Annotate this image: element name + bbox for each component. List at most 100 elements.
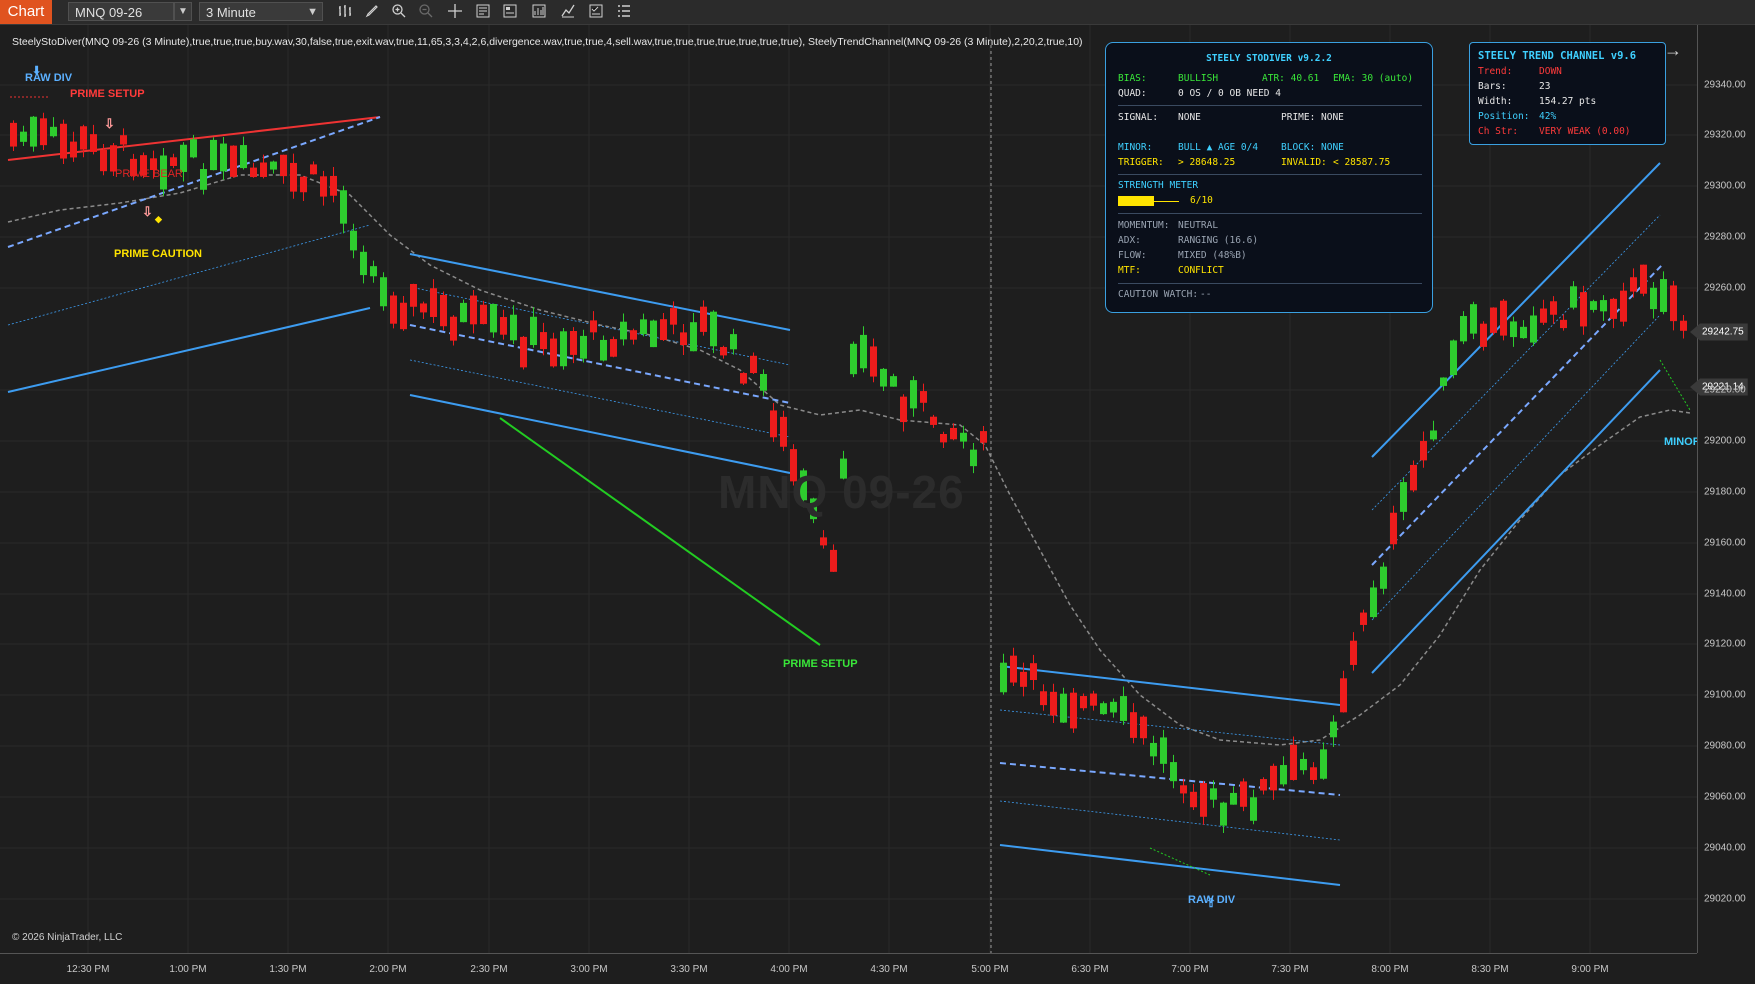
data-box-icon[interactable] — [474, 3, 492, 21]
candle-body — [290, 162, 297, 192]
width-value: 154.27 pts — [1539, 96, 1597, 107]
caution-watch-value: -- — [1200, 289, 1212, 300]
candle-body — [900, 396, 907, 423]
channel-lower-2 — [409, 394, 791, 474]
price-tick-label: 29180.00 — [1704, 486, 1746, 498]
candle-body — [240, 145, 247, 169]
sell-arrow-icon: ⇩ — [104, 116, 115, 131]
candle-body — [1340, 678, 1347, 713]
candle-body — [710, 311, 717, 347]
candle-body — [350, 230, 357, 251]
candle-body — [1260, 779, 1267, 791]
arrow-right-icon[interactable]: → — [1664, 40, 1682, 61]
raw-div-line-bottom — [1149, 847, 1211, 876]
trend-channel-title: STEELY TREND CHANNEL v9.6 — [1478, 50, 1637, 62]
copyright: © 2026 NinjaTrader, LLC — [12, 932, 123, 943]
strength-value: 6/10 — [1190, 195, 1213, 206]
adx-value: RANGING (16.6) — [1178, 235, 1259, 246]
candle-body — [1200, 783, 1207, 817]
channel-dot-1 — [7, 224, 371, 326]
candle-body — [450, 316, 457, 341]
strategies-icon[interactable] — [530, 3, 548, 21]
candle-body — [570, 331, 577, 355]
minor-right-label: MINOR — [1664, 436, 1701, 448]
candle-body — [90, 134, 97, 152]
candle-body — [1440, 377, 1447, 386]
price-tick-label: 29320.00 — [1704, 129, 1746, 141]
crosshair-icon[interactable] — [446, 3, 464, 21]
interval-selector[interactable]: 3 Minute ▼ — [199, 2, 323, 21]
candle-body — [1610, 298, 1617, 319]
interval-label: 3 Minute — [206, 5, 256, 20]
mtf-value: CONFLICT — [1178, 265, 1224, 276]
bars-type-icon[interactable] — [336, 3, 354, 21]
candle-body — [1540, 308, 1547, 323]
prime-setup-top-label: PRIME SETUP — [70, 88, 145, 100]
indicators-icon[interactable] — [559, 3, 577, 21]
candle-body — [1630, 277, 1637, 292]
minor-value: BULL ▲ AGE 0/4 — [1178, 142, 1259, 153]
time-axis[interactable]: 12:30 PM 1:00 PM 1:30 PM 2:00 PM 2:30 PM 3:00… — [0, 953, 1697, 984]
candle-body — [830, 549, 837, 572]
instrument-selector[interactable]: MNQ 09-26 — [68, 2, 174, 21]
candle-body — [1510, 321, 1517, 338]
divider — [1118, 105, 1422, 106]
candle-body — [910, 380, 917, 409]
candle-body — [380, 277, 387, 307]
prime-setup-line — [499, 417, 821, 646]
candle-body — [530, 316, 537, 346]
candle-body — [960, 432, 967, 442]
price-tick-label: 29300.00 — [1704, 180, 1746, 192]
minor-label: MINOR: — [1118, 142, 1153, 153]
zoom-out-icon[interactable] — [417, 3, 435, 21]
price-tick-label: 29260.00 — [1704, 282, 1746, 294]
candle-body — [1350, 640, 1357, 665]
chart-tab[interactable]: Chart — [0, 0, 52, 24]
price-axis[interactable]: 29242.75 29221.14 29340.00 29320.00 29300.… — [1690, 25, 1755, 953]
candle-body — [850, 343, 857, 375]
candle-body — [890, 376, 897, 387]
candle-body — [1080, 696, 1087, 709]
candle-body — [330, 175, 337, 196]
properties-icon[interactable] — [501, 3, 519, 21]
width-label: Width: — [1478, 96, 1513, 107]
instrument-dropdown-button[interactable]: ▼ — [174, 2, 192, 21]
time-tick-label: 8:30 PM — [1471, 964, 1509, 975]
candle-body — [1620, 290, 1627, 322]
candle-body — [760, 374, 767, 391]
candle-body — [190, 139, 197, 158]
candle-body — [580, 335, 587, 359]
candle-body — [1530, 315, 1537, 343]
flow-label: FLOW: — [1118, 250, 1147, 261]
candle-body — [1250, 797, 1257, 821]
templates-icon[interactable] — [587, 3, 605, 21]
time-tick-label: 2:30 PM — [470, 964, 508, 975]
candle-body — [1310, 767, 1317, 780]
candle-body — [370, 266, 377, 277]
candle-body — [970, 449, 977, 467]
candle-body — [1060, 693, 1067, 723]
candle-body — [730, 334, 737, 350]
candle-body — [1090, 693, 1097, 706]
candle-body — [860, 334, 867, 369]
candle-body — [1230, 792, 1237, 805]
time-tick-label: 9:00 PM — [1571, 964, 1609, 975]
candle-body — [670, 308, 677, 325]
candle-body — [1660, 279, 1667, 312]
quad-value: 0 OS / 0 OB NEED 4 — [1178, 88, 1281, 99]
signal-value: NONE — [1178, 112, 1201, 123]
candle-body — [270, 161, 277, 170]
trend-channel-panel: STEELY TREND CHANNEL v9.6 Trend: DOWN Ba… — [1469, 42, 1666, 145]
price-tick-label: 29060.00 — [1704, 791, 1746, 803]
candle-body — [590, 320, 597, 333]
channel-dot-2b — [409, 359, 791, 438]
ema-value: EMA: 30 (auto) — [1333, 73, 1414, 84]
candle-body — [490, 303, 497, 333]
signal-label: SIGNAL: — [1118, 112, 1159, 123]
zoom-in-icon[interactable] — [390, 3, 408, 21]
candle-body — [1130, 712, 1137, 738]
prime-value: NONE — [1321, 112, 1344, 123]
atr-value: ATR: 40.61 — [1262, 73, 1320, 84]
instrument-list-icon[interactable] — [615, 3, 633, 21]
draw-pencil-icon[interactable] — [363, 3, 381, 21]
